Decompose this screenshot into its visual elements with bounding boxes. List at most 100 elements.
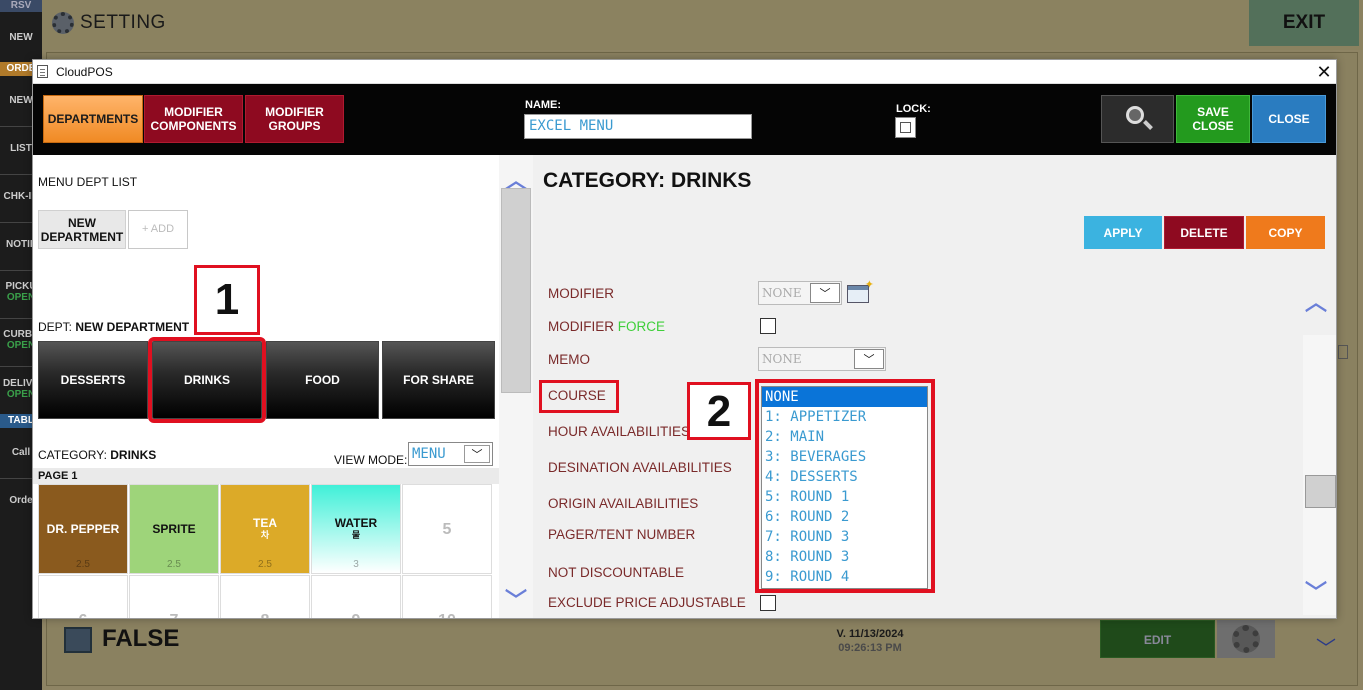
exclude-price-checkbox[interactable] xyxy=(760,595,776,611)
menu-item[interactable]: WATER 물 3 xyxy=(311,484,401,574)
chevron-up-icon[interactable]: ︿ xyxy=(1305,285,1327,317)
delete-button[interactable]: DELETE xyxy=(1164,216,1244,249)
version-info: V. 11/13/2024 09:26:13 PM xyxy=(800,627,940,655)
category-title: CATEGORY: DRINKS xyxy=(543,169,752,192)
close-button[interactable]: CLOSE xyxy=(1252,95,1326,143)
chevron-down-icon: ﹀ xyxy=(854,349,884,369)
department-food[interactable]: FOOD xyxy=(266,341,379,419)
status-text: FALSE xyxy=(102,625,180,652)
menu-item-name: 6 xyxy=(79,612,88,618)
menu-item-subname: 물 xyxy=(351,530,361,540)
menu-item[interactable]: SPRITE 2.5 xyxy=(129,484,219,574)
menu-dept-list-label: MENU DEPT LIST xyxy=(38,175,138,189)
menu-item[interactable]: TEA 차 2.5 xyxy=(220,484,310,574)
copy-button[interactable]: COPY xyxy=(1246,216,1325,249)
menu-item-price: 2.5 xyxy=(167,559,181,570)
menu-item-name: WATER xyxy=(334,516,378,530)
dept-label: DEPT: NEW DEPARTMENT xyxy=(38,320,189,334)
chevron-down-icon[interactable]: ﹀ xyxy=(1305,575,1327,607)
name-input[interactable]: EXCEL MENU xyxy=(524,114,752,139)
add-department-button[interactable]: + ADD xyxy=(128,210,188,249)
lock-checkbox[interactable] xyxy=(895,117,916,138)
new-department-button[interactable]: NEW DEPARTMENT xyxy=(38,210,126,249)
department-desserts[interactable]: DESSERTS xyxy=(38,341,148,419)
origin-availabilities-label[interactable]: ORIGIN AVAILABILITIES xyxy=(548,496,698,511)
document-icon xyxy=(37,65,48,78)
tab-modifier-groups[interactable]: MODIFIER GROUPS xyxy=(245,95,344,143)
sidebar-item-rsv[interactable]: RSV xyxy=(0,0,42,12)
view-mode-select[interactable]: MENU ﹀ xyxy=(408,442,493,466)
pager-tent-label: PAGER/TENT NUMBER xyxy=(548,527,696,542)
menu-item-name: 8 xyxy=(261,612,270,618)
search-button[interactable] xyxy=(1101,95,1174,143)
page-label: PAGE 1 xyxy=(33,468,499,484)
menu-item-name: 7 xyxy=(170,612,179,618)
background-header xyxy=(42,0,1363,50)
modifier-label: MODIFIER xyxy=(548,286,614,301)
tab-departments[interactable]: DEPARTMENTS xyxy=(43,95,143,143)
annotation-1: 1 xyxy=(194,265,260,335)
settings-button[interactable] xyxy=(1217,620,1275,658)
dept-value: NEW DEPARTMENT xyxy=(75,320,190,334)
destination-availabilities-label[interactable]: DESINATION AVAILABILITIES xyxy=(548,460,732,475)
dialog-toolbar: DEPARTMENTS MODIFIER COMPONENTS MODIFIER… xyxy=(33,84,1336,155)
time-text: 09:26:13 PM xyxy=(838,642,902,654)
menu-item-price: 2.5 xyxy=(258,559,272,570)
chevron-down-icon: ﹀ xyxy=(464,445,490,463)
left-panel: MENU DEPT LIST NEW DEPARTMENT + ADD 1 DE… xyxy=(33,155,499,618)
window-close-button[interactable]: ✕ xyxy=(1311,60,1336,84)
modifier-force-checkbox[interactable] xyxy=(760,318,776,334)
menu-item[interactable]: DR. PEPPER 2.5 xyxy=(38,484,128,574)
dialog-titlebar: CloudPOS ✕ xyxy=(33,60,1336,84)
hour-availabilities-label[interactable]: HOUR AVAILABILITIES xyxy=(548,424,690,439)
menu-item-name: TEA xyxy=(253,516,277,530)
sidebar-item-new[interactable]: NEW xyxy=(0,32,42,43)
calendar-edit-icon[interactable] xyxy=(847,278,874,303)
left-scrollbar[interactable]: ︿ ﹀ xyxy=(499,155,533,618)
view-mode-value: MENU xyxy=(412,446,446,462)
exit-button[interactable]: EXIT xyxy=(1249,0,1359,46)
cloudpos-dialog: CloudPOS ✕ DEPARTMENTS MODIFIER COMPONEN… xyxy=(32,59,1337,619)
edit-button[interactable]: EDIT xyxy=(1100,620,1215,658)
department-drinks[interactable]: DRINKS xyxy=(148,337,266,423)
version-text: V. 11/13/2024 xyxy=(836,628,904,640)
gear-icon xyxy=(1232,625,1260,653)
menu-item-price: 3 xyxy=(353,559,359,570)
name-label: NAME: xyxy=(525,99,562,111)
menu-item[interactable]: 6 xyxy=(38,575,128,618)
memo-select[interactable]: NONE ﹀ xyxy=(758,347,886,371)
background-marker xyxy=(1338,345,1348,359)
menu-item[interactable]: 7 xyxy=(129,575,219,618)
memo-label: MEMO xyxy=(548,352,590,367)
exclude-price-label: EXCLUDE PRICE ADJUSTABLE xyxy=(548,595,746,610)
department-for-share[interactable]: FOR SHARE xyxy=(382,341,495,419)
menu-item[interactable]: 5 xyxy=(402,484,492,574)
save-close-button[interactable]: SAVE CLOSE xyxy=(1176,95,1250,143)
window-title: CloudPOS xyxy=(56,65,113,79)
modifier-force-label: MODIFIER FORCE xyxy=(548,319,665,334)
category-label: CATEGORY: DRINKS xyxy=(38,448,156,462)
chevron-down-icon[interactable]: ﹀ xyxy=(505,583,527,615)
view-mode-label: VIEW MODE: xyxy=(334,453,408,467)
modifier-force-text: MODIFIER xyxy=(548,319,618,334)
force-text: FORCE xyxy=(617,319,665,334)
category-value: DRINKS xyxy=(110,448,157,462)
memo-value: NONE xyxy=(762,352,802,366)
scroll-thumb[interactable] xyxy=(501,188,531,393)
tab-modifier-components[interactable]: MODIFIER COMPONENTS xyxy=(144,95,243,143)
chevron-down-icon[interactable]: ﹀ xyxy=(1316,632,1336,661)
menu-item[interactable]: 8 xyxy=(220,575,310,618)
menu-item-name: 10 xyxy=(438,612,456,618)
course-dropdown-highlight xyxy=(755,379,935,593)
scroll-thumb[interactable] xyxy=(1305,475,1336,508)
menu-item-name: DR. PEPPER xyxy=(46,521,120,536)
menu-item-name: 9 xyxy=(352,612,361,618)
menu-item[interactable]: 10 xyxy=(402,575,492,618)
course-label: COURSE xyxy=(548,388,606,403)
apply-button[interactable]: APPLY xyxy=(1084,216,1162,249)
chevron-down-icon: ﹀ xyxy=(810,283,840,303)
modifier-value: NONE xyxy=(762,286,802,300)
category-prefix: CATEGORY: xyxy=(38,448,111,462)
modifier-select[interactable]: NONE ﹀ xyxy=(758,281,842,305)
menu-item[interactable]: 9 xyxy=(311,575,401,618)
